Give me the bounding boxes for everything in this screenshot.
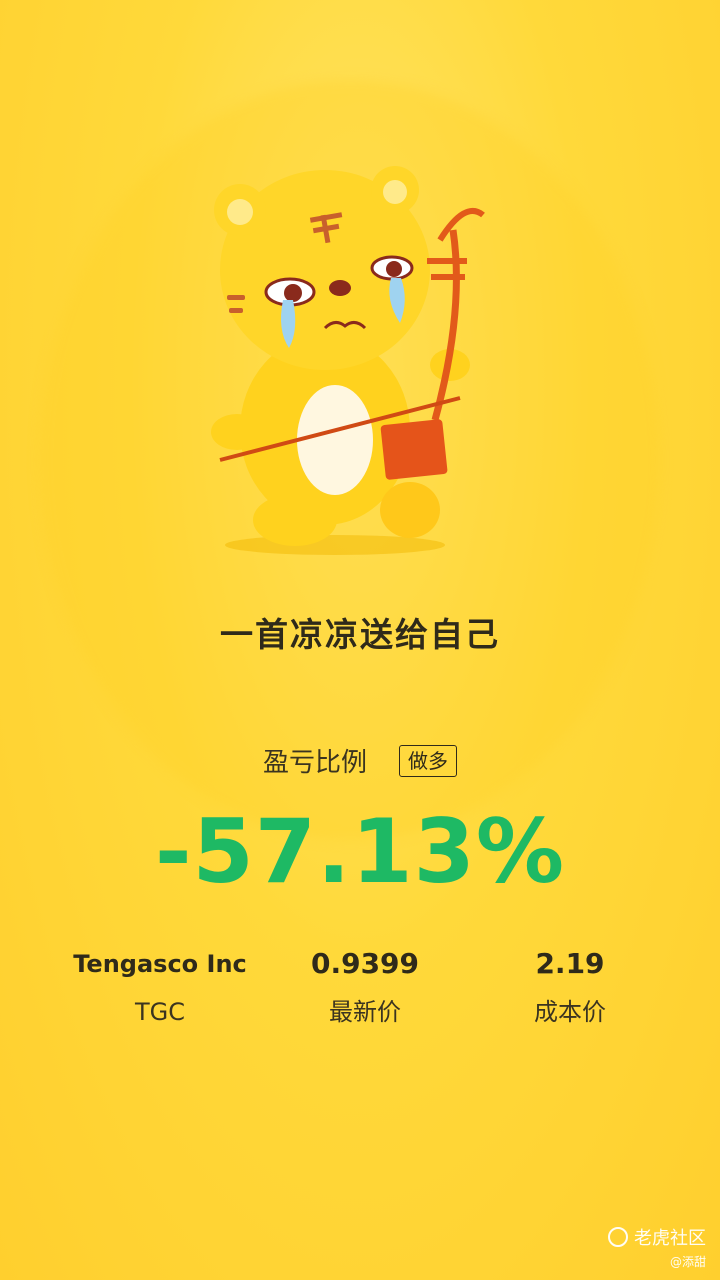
cost-price-column: 2.19 成本价 [470, 942, 670, 1030]
cost-price-label: 成本价 [534, 998, 606, 1026]
last-price-column: 0.9399 最新价 [265, 942, 465, 1030]
tiger-logo-icon [608, 1227, 628, 1247]
brand-name: 老虎社区 [634, 1228, 706, 1249]
crying-tiger-mascot-icon [211, 166, 485, 555]
share-title: 一首凉凉送给自己 [220, 615, 500, 654]
stock-ticker: TGC [134, 998, 185, 1026]
stock-name: Tengasco Inc [73, 950, 247, 978]
last-price-label: 最新价 [329, 998, 401, 1026]
pnl-ratio-row: 盈亏比例 做多 [0, 742, 720, 779]
pnl-ratio-label: 盈亏比例 [262, 748, 367, 778]
brand-watermark: 老虎社区 [608, 1224, 706, 1250]
stock-info-column: Tengasco Inc TGC [60, 942, 260, 1030]
position-direction-badge: 做多 [399, 744, 457, 777]
pnl-percent-value: -57.13% [154, 800, 566, 903]
watermark-username: @添甜 [669, 1255, 706, 1269]
cost-price-value: 2.19 [535, 947, 605, 980]
stock-stats: Tengasco Inc TGC 0.9399 最新价 2.19 成本价 [60, 942, 670, 1030]
last-price-value: 0.9399 [310, 947, 420, 980]
